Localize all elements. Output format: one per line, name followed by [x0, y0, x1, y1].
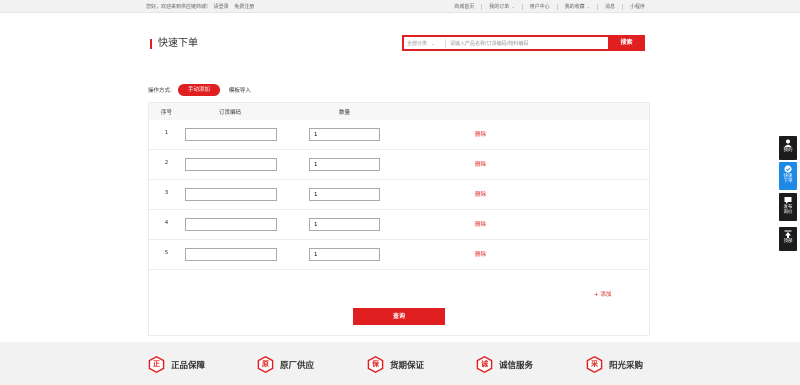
- search-input[interactable]: [450, 39, 600, 48]
- query-button[interactable]: 查询: [353, 308, 445, 325]
- guarantee-item: 原 原厂供应: [257, 356, 314, 373]
- top-bar-left: 您好，欢迎来到供应链商城! 请登录 免费注册: [146, 3, 258, 10]
- template-import-tab[interactable]: 模板导入: [229, 86, 251, 94]
- delete-link[interactable]: 删除: [475, 160, 486, 168]
- top-bar-links: 商城首页 我的订单 ⌄ 用户中心 我的收藏 ⌄ 消息 小程序: [447, 3, 652, 10]
- quantity-input[interactable]: 1: [309, 218, 380, 231]
- operation-label: 操作方式:: [148, 88, 172, 94]
- guarantee-label: 货期保证: [390, 360, 425, 371]
- row-index: 2: [164, 160, 169, 166]
- top-bar: 您好，欢迎来到供应链商城! 请登录 免费注册 商城首页 我的订单 ⌄ 用户中心 我…: [0, 0, 800, 13]
- page-title: 快速下单: [150, 39, 198, 49]
- messages-link[interactable]: 消息: [598, 3, 622, 10]
- manual-add-tab[interactable]: 手动添加: [177, 84, 220, 96]
- code-input[interactable]: [185, 158, 277, 171]
- quick-order-icon: [784, 165, 792, 173]
- quantity-input[interactable]: 1: [309, 128, 380, 141]
- code-input[interactable]: [185, 218, 277, 231]
- main-content: 快速下单 全部分类⌄ 搜索 操作方式: 手动添加 模板导入 序号 订货编码 数量…: [0, 13, 800, 342]
- order-table: 序号 订货编码 数量 1 1 删除 2 1 删除 3 1 删除 4 1 删除 5…: [148, 102, 650, 336]
- guarantee-item: 诚 诚信服务: [476, 356, 533, 373]
- quantity-input[interactable]: 1: [309, 188, 380, 201]
- sidebar-back-to-top[interactable]: 顶部: [779, 227, 797, 251]
- badge-char: 原: [262, 360, 269, 368]
- hexagon-badge-icon: 诚: [476, 356, 493, 373]
- guarantee-label: 诚信服务: [499, 360, 534, 371]
- search-button[interactable]: 搜索: [608, 35, 645, 51]
- back-to-top-icon: [784, 230, 792, 238]
- sidebar-label: 询价: [783, 210, 793, 215]
- code-input[interactable]: [185, 188, 277, 201]
- row-index: 3: [164, 190, 169, 196]
- badge-char: 保: [372, 360, 379, 368]
- hexagon-badge-icon: 保: [367, 356, 384, 373]
- quantity-input[interactable]: 1: [309, 158, 380, 171]
- inquiry-icon: [784, 197, 792, 204]
- sidebar-label: 顶部: [783, 239, 793, 244]
- guarantee-item: 保 货期保证: [367, 356, 424, 373]
- table-row: 3 1 删除: [149, 180, 649, 210]
- delete-link[interactable]: 删除: [475, 250, 486, 258]
- table-row: 1 1 删除: [149, 120, 649, 150]
- mini-program-link[interactable]: 小程序: [623, 3, 652, 10]
- table-row: 4 1 删除: [149, 210, 649, 240]
- guarantee-item: 采 阳光采购: [586, 356, 643, 373]
- badge-char: 诚: [481, 360, 488, 368]
- user-center-link[interactable]: 用户中心: [523, 3, 557, 10]
- sidebar-label: 下单: [783, 179, 793, 184]
- operation-mode: 操作方式: 手动添加 模板导入: [148, 84, 251, 96]
- header-qty: 数量: [339, 110, 351, 116]
- welcome-text: 您好，欢迎来到供应链商城!: [146, 4, 209, 10]
- badge-char: 正: [153, 360, 160, 368]
- code-input[interactable]: [185, 128, 277, 141]
- guarantee-label: 原厂供应: [280, 360, 315, 371]
- sidebar-label: 我的: [783, 148, 793, 153]
- code-input[interactable]: [185, 248, 277, 261]
- guarantee-label: 正品保障: [171, 360, 206, 371]
- category-select[interactable]: 全部分类 ⌄: [407, 40, 434, 47]
- my-orders-link[interactable]: 我的订单 ⌄: [482, 3, 521, 10]
- guarantee-label: 阳光采购: [609, 360, 644, 371]
- hexagon-badge-icon: 正: [148, 356, 165, 373]
- favorites-link[interactable]: 我的收藏 ⌄: [558, 3, 597, 10]
- chevron-down-icon: ⌄: [586, 4, 590, 9]
- sidebar-quick-order[interactable]: 快速 下单: [779, 162, 797, 190]
- hexagon-badge-icon: 采: [586, 356, 603, 373]
- table-row: 5 1 删除: [149, 240, 649, 270]
- row-index: 5: [164, 250, 169, 256]
- guarantee-bar: 正 正品保障 原 原厂供应 保 货期保证 诚 诚信服务 采 阳光采购: [0, 342, 800, 385]
- row-index: 4: [164, 220, 169, 226]
- quantity-input[interactable]: 1: [309, 248, 380, 261]
- user-icon: [784, 139, 792, 147]
- divider: [445, 39, 446, 48]
- badge-char: 采: [591, 360, 598, 368]
- table-header: 序号 订货编码 数量: [149, 103, 649, 120]
- chevron-down-icon: ⌄: [511, 4, 515, 9]
- table-row: 2 1 删除: [149, 150, 649, 180]
- delete-link[interactable]: 删除: [475, 190, 486, 198]
- chevron-down-icon: ⌄: [431, 41, 435, 46]
- add-row-link[interactable]: + 添加: [594, 290, 611, 298]
- delete-link[interactable]: 删除: [475, 220, 486, 228]
- sidebar-my-account[interactable]: 我的: [779, 136, 797, 160]
- login-link[interactable]: 请登录: [214, 4, 229, 10]
- delete-link[interactable]: 删除: [475, 130, 486, 138]
- row-index: 1: [164, 130, 169, 136]
- guarantee-item: 正 正品保障: [148, 356, 205, 373]
- header-index: 序号: [161, 110, 173, 116]
- sidebar-post-inquiry[interactable]: 发布 询价: [779, 193, 797, 221]
- hexagon-badge-icon: 原: [257, 356, 274, 373]
- search-bar: 全部分类⌄ 搜索: [402, 35, 645, 51]
- register-link[interactable]: 免费注册: [234, 4, 254, 10]
- home-link[interactable]: 商城首页: [447, 3, 481, 10]
- header-code: 订货编码: [219, 110, 242, 116]
